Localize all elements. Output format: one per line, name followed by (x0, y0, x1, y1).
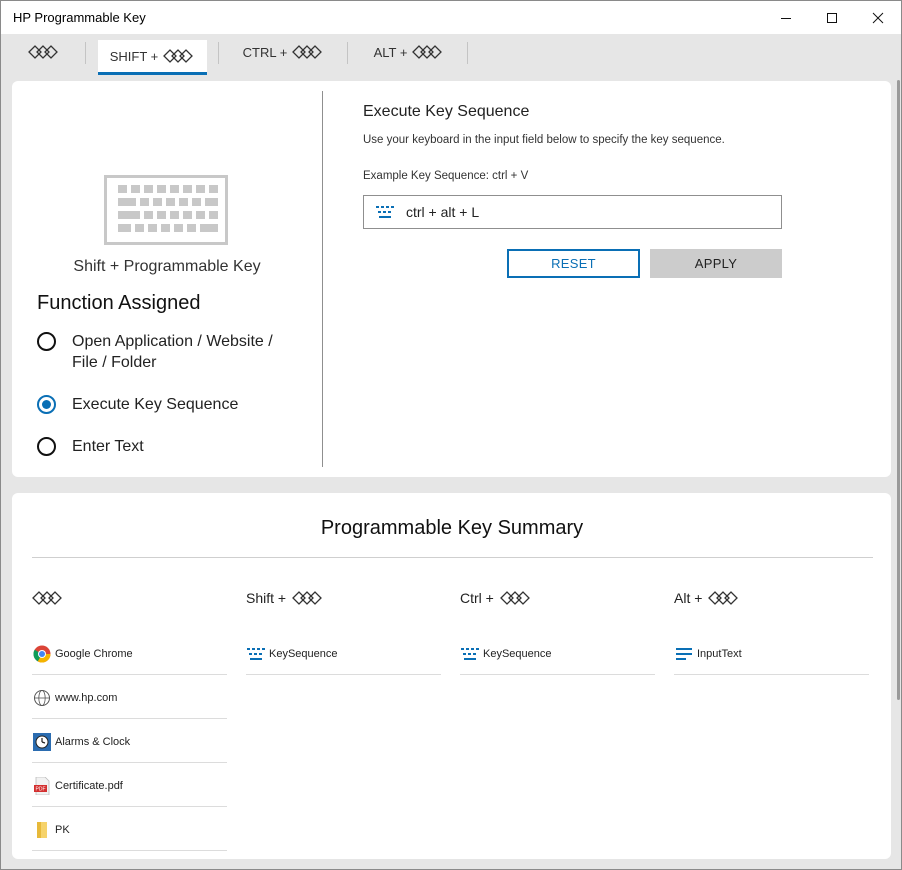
tab-separator (85, 42, 86, 64)
maximize-icon (827, 12, 837, 23)
minimize-icon (781, 17, 791, 19)
summary-column-key: Google Chrome www.hp.com Alarms & Clock (32, 587, 227, 851)
item-label: Certificate.pdf (55, 779, 123, 792)
key-sequence-value: ctrl + alt + L (406, 204, 480, 220)
keyboard-icon (104, 175, 228, 245)
programmable-key-icon (708, 591, 739, 605)
list-item[interactable]: KeySequence (246, 631, 441, 675)
item-label: www.hp.com (55, 691, 118, 704)
column-header (32, 587, 227, 609)
folder-icon (32, 820, 52, 840)
svg-text:PDF: PDF (36, 786, 46, 792)
tab-separator (467, 42, 468, 64)
keyboard-icon (246, 644, 266, 664)
list-item[interactable]: PK (32, 807, 227, 851)
list-item[interactable]: Alarms & Clock (32, 719, 227, 763)
radio-circle[interactable] (37, 437, 56, 456)
programmable-key-icon (292, 591, 323, 605)
close-icon (872, 12, 884, 23)
tab-label: SHIFT + (109, 48, 159, 64)
panel-divider (322, 91, 323, 467)
tab-separator (347, 42, 348, 64)
panel-description: Use your keyboard in the input field bel… (363, 134, 725, 146)
summary-card: Programmable Key Summary Google Chrome w… (12, 493, 891, 859)
summary-column-shift: Shift + KeySequence (246, 587, 441, 675)
tab-alt[interactable]: ALT + (365, 34, 453, 70)
programmable-key-icon (28, 45, 58, 59)
list-item[interactable]: Google Chrome (32, 631, 227, 675)
alarm-clock-icon (32, 732, 52, 752)
column-header: Shift + (246, 587, 441, 609)
summary-divider (32, 557, 873, 558)
tab-shift[interactable]: SHIFT + (98, 40, 207, 75)
panel-title: Execute Key Sequence (363, 103, 530, 120)
summary-column-ctrl: Ctrl + KeySequence (460, 587, 655, 675)
list-item[interactable]: www.hp.com (32, 675, 227, 719)
tab-ctrl[interactable]: CTRL + (236, 34, 331, 70)
programmable-key-label: Shift + Programmable Key (73, 258, 261, 275)
key-sequence-input[interactable]: ctrl + alt + L (363, 195, 782, 229)
summary-title: Programmable Key Summary (320, 517, 584, 539)
programmable-key-icon (499, 591, 530, 605)
chrome-icon (32, 644, 52, 664)
item-label: KeySequence (483, 647, 552, 660)
function-card: Shift + Programmable Key Function Assign… (12, 81, 891, 477)
radio-circle[interactable] (37, 332, 56, 351)
programmable-key-icon (412, 45, 443, 59)
programmable-key-icon (32, 591, 62, 605)
list-item[interactable]: InputText (674, 631, 869, 675)
keyboard-icon (364, 196, 406, 228)
web-globe-icon (32, 688, 52, 708)
item-label: PK (55, 823, 70, 836)
pdf-file-icon: PDF (32, 776, 52, 796)
tab-separator (218, 42, 219, 64)
minimize-button[interactable] (763, 1, 809, 34)
summary-column-alt: Alt + InputText (674, 587, 869, 675)
list-item[interactable]: PDF Certificate.pdf (32, 763, 227, 807)
item-label: Google Chrome (55, 647, 133, 660)
radio-label: Enter Text (72, 438, 144, 455)
radio-execute-key-sequence[interactable]: Execute Key Sequence (37, 394, 282, 415)
keyboard-icon (460, 644, 480, 664)
item-label: Alarms & Clock (55, 735, 131, 748)
function-assigned-heading: Function Assigned (37, 292, 201, 314)
radio-label: Open Application / Website / File / Fold… (72, 333, 273, 371)
column-header-label: Ctrl + (460, 590, 494, 606)
title-bar: HP Programmable Key (1, 1, 901, 34)
column-header-label: Shift + (246, 590, 287, 606)
tab-bar: SHIFT + CTRL + ALT + (1, 34, 901, 75)
app-window: HP Programmable Key SHIFT + CTRL + ALT + (0, 0, 902, 870)
tab-label: CTRL + (242, 44, 288, 60)
list-item[interactable]: KeySequence (460, 631, 655, 675)
tab-programmable-key[interactable] (23, 34, 65, 70)
item-label: InputText (697, 647, 742, 660)
radio-circle-selected[interactable] (37, 395, 56, 414)
radio-enter-text[interactable]: Enter Text (37, 436, 282, 457)
radio-open-application[interactable]: Open Application / Website / File / Fold… (37, 331, 282, 373)
scrollbar[interactable] (897, 80, 900, 700)
column-header-label: Alt + (674, 590, 703, 606)
item-label: KeySequence (269, 647, 338, 660)
programmable-key-icon (292, 45, 323, 59)
example-text: Example Key Sequence: ctrl + V (363, 170, 529, 182)
radio-label: Execute Key Sequence (72, 396, 239, 413)
maximize-button[interactable] (809, 1, 855, 34)
column-header: Alt + (674, 587, 869, 609)
close-button[interactable] (855, 1, 901, 34)
apply-button[interactable]: APPLY (650, 249, 782, 278)
reset-button[interactable]: RESET (507, 249, 640, 278)
column-header: Ctrl + (460, 587, 655, 609)
tab-label: ALT + (373, 44, 408, 60)
programmable-key-icon (163, 49, 194, 63)
window-title: HP Programmable Key (13, 10, 146, 25)
text-lines-icon (674, 644, 694, 664)
